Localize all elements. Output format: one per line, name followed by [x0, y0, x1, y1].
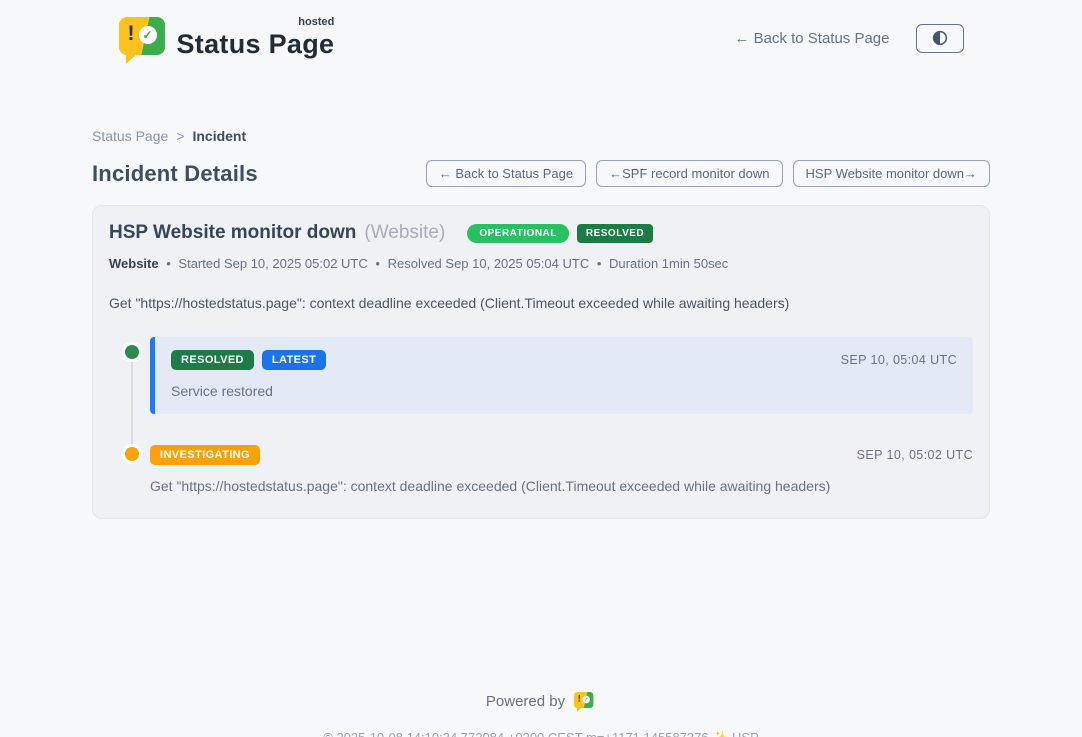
logo-exclamation: !	[128, 22, 135, 46]
site-header: ! ✓ Status Page hosted ← Back to Status …	[119, 0, 964, 62]
brand-wordmark: Status Page hosted	[177, 17, 335, 60]
timeline-investigating-content: INVESTIGATING SEP 10, 05:02 UTC Get "htt…	[150, 442, 973, 494]
incident-title-row: HSP Website monitor down (Website) OPERA…	[109, 222, 973, 244]
incident-subject: (Website)	[364, 222, 445, 244]
header-actions: ← Back to Status Page	[734, 24, 963, 53]
timeline-entry-investigating: INVESTIGATING SEP 10, 05:02 UTC Get "htt…	[109, 442, 973, 494]
incident-description: Get "https://hostedstatus.page": context…	[109, 295, 973, 311]
back-to-status-page-button[interactable]: ← Back to Status Page	[426, 160, 586, 187]
timeline-entry-resolved: RESOLVED LATEST SEP 10, 05:04 UTC Servic…	[109, 337, 973, 414]
brand-hosted-label: hosted	[298, 16, 334, 28]
next-incident-button[interactable]: HSP Website monitor down→	[793, 160, 990, 187]
operational-status-badge: OPERATIONAL	[467, 224, 569, 243]
theme-toggle-button[interactable]	[916, 24, 964, 53]
powered-by-label: Powered by	[486, 693, 565, 710]
timeline-investigating-badge: INVESTIGATING	[150, 445, 260, 465]
incident-meta: Website • Started Sep 10, 2025 05:02 UTC…	[109, 256, 973, 271]
timeline-dot-resolved	[125, 345, 139, 359]
incident-resolved: Resolved Sep 10, 2025 05:04 UTC	[388, 256, 590, 271]
copyright-line: © 2025-10-08 14:10:34.772084 +0200 CEST …	[0, 730, 1082, 737]
breadcrumb-status-page[interactable]: Status Page	[92, 128, 168, 144]
logo-check-icon: ✓	[139, 26, 157, 44]
timeline-investigating-message: Get "https://hostedstatus.page": context…	[150, 478, 973, 494]
brand-logo[interactable]: ! ✓ Status Page hosted	[119, 17, 335, 60]
timeline-resolved-box: RESOLVED LATEST SEP 10, 05:04 UTC Servic…	[150, 337, 973, 414]
previous-incident-button[interactable]: ←SPF record monitor down	[596, 160, 782, 187]
incident-started: Started Sep 10, 2025 05:02 UTC	[178, 256, 367, 271]
timeline-investigating-timestamp: SEP 10, 05:02 UTC	[857, 448, 973, 462]
monitor-name: Website	[109, 256, 159, 271]
timeline-dot-investigating	[125, 447, 139, 461]
powered-by: Powered by ! ✓	[486, 691, 596, 711]
title-row: Incident Details ← Back to Status Page ←…	[92, 160, 990, 187]
timeline-resolved-message: Service restored	[171, 383, 957, 399]
page-title: Incident Details	[92, 161, 258, 187]
incident-card: HSP Website monitor down (Website) OPERA…	[92, 205, 990, 519]
brand-name: Status Page	[177, 29, 335, 59]
resolved-state-badge: RESOLVED	[577, 224, 653, 243]
statuspage-logo-icon: ! ✓	[119, 17, 165, 55]
page-footer: Powered by ! ✓ © 2025-10-08 14:10:34.772…	[0, 691, 1082, 737]
incident-nav-buttons: ← Back to Status Page ←SPF record monito…	[426, 160, 990, 187]
breadcrumb-separator: >	[176, 128, 184, 144]
timeline-resolved-timestamp: SEP 10, 05:04 UTC	[841, 353, 957, 367]
incident-duration: Duration 1min 50sec	[609, 256, 728, 271]
logo-bubble-tail	[126, 53, 138, 64]
incident-title: HSP Website monitor down	[109, 222, 356, 244]
timeline-resolved-badge: RESOLVED	[171, 350, 254, 370]
header-back-link[interactable]: ← Back to Status Page	[734, 30, 889, 47]
timeline-latest-badge: LATEST	[262, 350, 326, 370]
half-circle-contrast-icon	[931, 29, 949, 47]
incident-timeline: RESOLVED LATEST SEP 10, 05:04 UTC Servic…	[109, 337, 973, 494]
statuspage-mini-logo-icon[interactable]: ! ✓	[574, 691, 596, 711]
main-content: Status Page > Incident Incident Details …	[92, 128, 990, 519]
breadcrumb: Status Page > Incident	[92, 128, 990, 144]
breadcrumb-incident: Incident	[192, 128, 246, 144]
